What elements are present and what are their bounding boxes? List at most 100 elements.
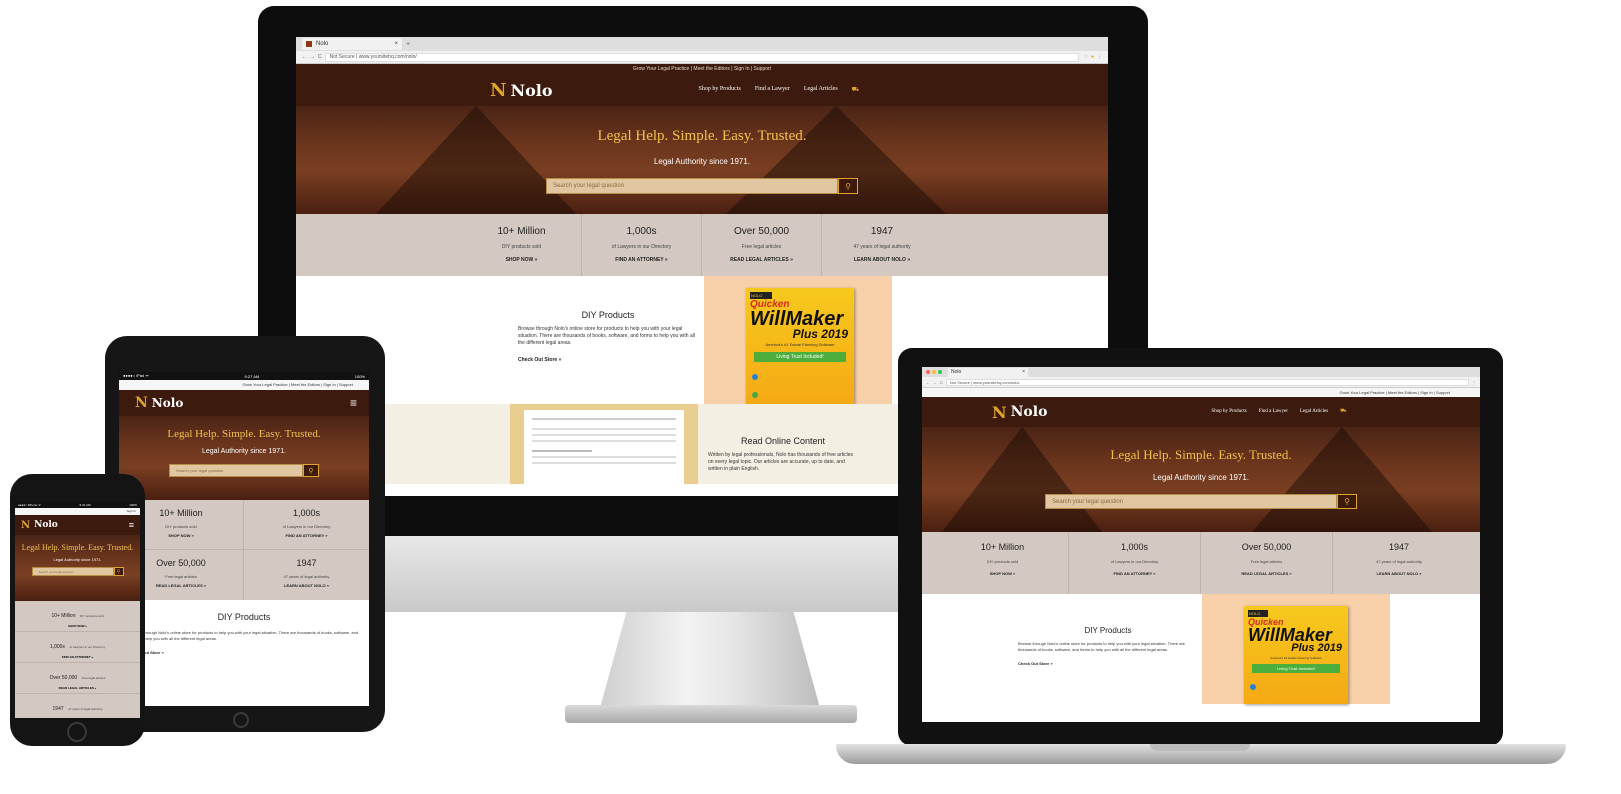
reload-icon[interactable]: C bbox=[940, 380, 943, 385]
nolo-logo[interactable]: N Nolo bbox=[21, 520, 58, 531]
find-attorney-link[interactable]: FIND AN ATTORNEY » bbox=[15, 655, 140, 659]
close-window-icon[interactable] bbox=[926, 370, 930, 374]
tab-strip: Nolo × + bbox=[296, 37, 1108, 51]
minimize-window-icon[interactable] bbox=[932, 370, 936, 374]
stats-grid: 10+ Million DIY products sold SHOP NOW »… bbox=[119, 500, 369, 600]
learn-about-link[interactable]: LEARN ABOUT NOLO » bbox=[15, 717, 140, 718]
forward-icon[interactable]: → bbox=[933, 380, 937, 385]
read-articles-link[interactable]: READ LEGAL ARTICLES » bbox=[702, 257, 821, 263]
search-icon[interactable]: ⚲ bbox=[1337, 494, 1357, 509]
search-icon[interactable]: ⚲ bbox=[838, 178, 858, 194]
stats-strip: 10+ Million DIY products sold SHOP NOW »… bbox=[922, 532, 1480, 594]
search-bar: Search your legal question ⚲ bbox=[546, 178, 858, 194]
check-out-store-link[interactable]: Check Out Store » bbox=[129, 650, 359, 655]
utility-bar[interactable]: Sign In bbox=[15, 508, 140, 515]
new-tab-button[interactable]: + bbox=[406, 41, 410, 48]
menu-icon[interactable]: ≡ bbox=[350, 396, 357, 410]
stat-caption: Free legal articles bbox=[741, 244, 782, 250]
shop-now-link[interactable]: SHOP NOW » bbox=[937, 571, 1068, 576]
search-input[interactable]: Search your legal question bbox=[1045, 494, 1337, 509]
nolo-brand-tag: NOLO bbox=[750, 292, 772, 299]
learn-about-link[interactable]: LEARN ABOUT NOLO » bbox=[822, 257, 942, 263]
search-icon[interactable]: ⚲ bbox=[303, 464, 319, 477]
nolo-logo[interactable]: N Nolo bbox=[992, 403, 1047, 422]
back-icon[interactable]: ← bbox=[926, 380, 930, 385]
address-bar[interactable]: Not Secure | www.yoursitehq.com/nolo/ bbox=[324, 52, 1080, 62]
maximize-window-icon[interactable] bbox=[938, 370, 942, 374]
living-trust-badge: Living Trust Included! bbox=[1252, 664, 1340, 673]
stat-caption: DIY products sold bbox=[79, 614, 104, 618]
close-tab-icon[interactable]: × bbox=[394, 41, 398, 47]
check-out-store-link[interactable]: Check Out Store » bbox=[518, 357, 698, 363]
feature-bullet-icon bbox=[1250, 684, 1256, 690]
browser-chrome: Nolo × ← → C Not Secure | www.yoursitehq… bbox=[922, 367, 1480, 388]
extension-icon[interactable]: ● bbox=[1091, 54, 1094, 60]
phone-home-button[interactable] bbox=[67, 722, 87, 742]
diy-title: DIY Products bbox=[581, 310, 635, 320]
shop-now-link[interactable]: SHOP NOW » bbox=[15, 624, 140, 628]
stat-value: 1947 bbox=[1388, 542, 1410, 552]
address-row: ← → C Not Secure | www.yoursitehq.com/no… bbox=[922, 377, 1480, 387]
menu-icon[interactable]: ≡ bbox=[129, 520, 134, 530]
reload-icon[interactable]: C bbox=[318, 54, 322, 60]
stat-value: Over 50,000 bbox=[49, 675, 78, 681]
read-articles-link[interactable]: READ LEGAL ARTICLES » bbox=[1201, 571, 1332, 576]
cart-icon[interactable]: ⛟ bbox=[852, 86, 860, 94]
imac-stand bbox=[600, 612, 820, 708]
close-tab-icon[interactable]: × bbox=[1022, 369, 1025, 375]
bookmark-star-icon[interactable]: ☆ bbox=[1083, 54, 1087, 60]
browser-tab[interactable]: Nolo × bbox=[302, 38, 402, 50]
stat-years: 1947 47 years of legal authority LEARN A… bbox=[244, 550, 369, 600]
find-attorney-link[interactable]: FIND AN ATTORNEY » bbox=[582, 257, 701, 263]
stat-products: 10+ Million DIY products sold SHOP NOW » bbox=[462, 214, 582, 276]
browser-menu-icon[interactable]: ⋮ bbox=[1472, 380, 1476, 385]
diy-text-block: DIY Products Browse through Nolo's onlin… bbox=[1018, 626, 1198, 666]
utility-bar[interactable]: Grow Your Legal Practice | Meet the Edit… bbox=[296, 64, 1108, 74]
utility-bar[interactable]: Grow Your Legal Practice | Meet the Edit… bbox=[922, 388, 1480, 397]
willmaker-box[interactable]: NOLO Quicken WillMaker Plus 2019 America… bbox=[1244, 606, 1348, 704]
stat-caption: 47 years of legal authority bbox=[853, 244, 911, 250]
back-icon[interactable]: ← bbox=[302, 54, 307, 60]
search-input[interactable]: Search your legal question bbox=[31, 567, 114, 576]
address-bar[interactable]: Not Secure | www.yoursitehq.com/nolo/ bbox=[945, 378, 1469, 386]
nav-shop-products[interactable]: Shop by Products bbox=[1211, 409, 1246, 415]
check-out-store-link[interactable]: Check Out Store » bbox=[1018, 661, 1198, 666]
nolo-logo-text: Nolo bbox=[151, 396, 184, 410]
read-articles-link[interactable]: READ LEGAL ARTICLES » bbox=[15, 686, 140, 690]
nolo-logo[interactable]: N Nolo bbox=[490, 80, 553, 101]
tablet-home-button[interactable] bbox=[233, 712, 249, 728]
nolo-logo-text: Nolo bbox=[510, 80, 553, 100]
nav-legal-articles[interactable]: Legal Articles bbox=[804, 86, 838, 94]
learn-about-link[interactable]: LEARN ABOUT NOLO » bbox=[1333, 571, 1465, 576]
diy-body: Browse through Nolo's online store for p… bbox=[129, 630, 359, 641]
shop-now-link[interactable]: SHOP NOW » bbox=[462, 257, 581, 263]
find-attorney-link[interactable]: FIND AN ATTORNEY » bbox=[244, 533, 369, 538]
stat-years: 1947 47 years of legal authority LEARN A… bbox=[15, 694, 140, 718]
forward-icon[interactable]: → bbox=[310, 54, 315, 60]
find-attorney-link[interactable]: FIND AN ATTORNEY » bbox=[1069, 571, 1200, 576]
nav-find-lawyer[interactable]: Find a Lawyer bbox=[755, 86, 790, 94]
nav-legal-articles[interactable]: Legal Articles bbox=[1300, 409, 1328, 415]
browser-tab[interactable]: Nolo × bbox=[948, 367, 1028, 377]
cart-icon[interactable]: ⛟ bbox=[1340, 409, 1346, 415]
browser-menu-icon[interactable]: ⋮ bbox=[1097, 54, 1102, 60]
search-input[interactable]: Search your legal question bbox=[546, 178, 838, 194]
search-icon[interactable]: ⚲ bbox=[113, 567, 124, 576]
hero-title: Legal Help. Simple. Easy. Trusted. bbox=[597, 128, 807, 144]
nav-shop-products[interactable]: Shop by Products bbox=[699, 86, 741, 94]
stat-lawyers: 1,000s of Lawyers in our Directory FIND … bbox=[15, 632, 140, 663]
nolo-logo[interactable]: N Nolo bbox=[135, 395, 183, 411]
stat-caption: Free legal articles bbox=[1250, 559, 1283, 564]
tab-title: Nolo bbox=[316, 41, 329, 47]
laptop-browser: Nolo × ← → C Not Secure | www.yoursitehq… bbox=[922, 367, 1480, 722]
stat-articles: Over 50,000 Free legal articles READ LEG… bbox=[15, 663, 140, 694]
search-input[interactable]: Search your legal question bbox=[169, 464, 303, 477]
willmaker-box[interactable]: NOLO Quicken WillMaker Plus 2019 America… bbox=[746, 288, 854, 416]
diy-title: DIY Products bbox=[1084, 626, 1132, 635]
laptop-notch bbox=[1150, 744, 1250, 751]
hero-subtitle: Legal Authority since 1971. bbox=[201, 448, 287, 455]
utility-bar[interactable]: Grow Your Legal Practice | Meet the Edit… bbox=[119, 380, 369, 390]
stats-list: 10+ Million DIY products sold SHOP NOW »… bbox=[15, 601, 140, 718]
nav-find-lawyer[interactable]: Find a Lawyer bbox=[1259, 409, 1288, 415]
learn-about-link[interactable]: LEARN ABOUT NOLO » bbox=[244, 583, 369, 588]
